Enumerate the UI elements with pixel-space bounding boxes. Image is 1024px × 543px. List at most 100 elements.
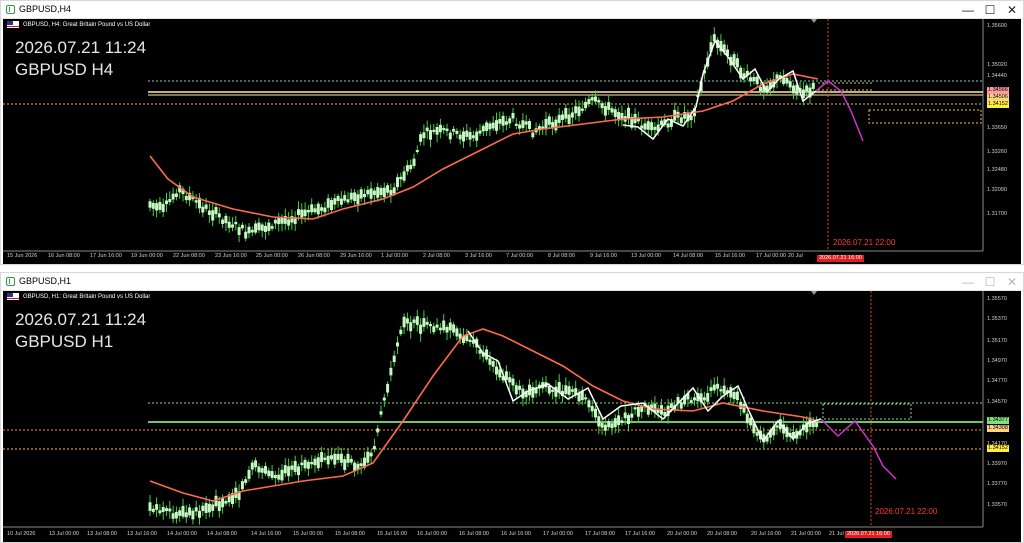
candle-body bbox=[518, 124, 522, 129]
candle-body bbox=[640, 125, 644, 129]
candle-body bbox=[587, 98, 591, 105]
candle-body bbox=[257, 222, 261, 231]
candle-body bbox=[504, 121, 508, 125]
price-axis-tick: 1.35170 bbox=[987, 338, 1007, 344]
candle-body bbox=[597, 99, 601, 103]
candle-body bbox=[633, 407, 637, 410]
candle-body bbox=[326, 455, 330, 465]
candle-body bbox=[445, 326, 449, 333]
candle-body bbox=[475, 131, 479, 141]
candle-body bbox=[346, 199, 350, 203]
candle-body bbox=[788, 81, 792, 88]
time-axis-tick: 15 Jun 2026 bbox=[7, 253, 38, 259]
time-axis-tick: 7 Jul 00:00 bbox=[506, 253, 533, 259]
candle-body bbox=[158, 510, 162, 514]
chart-window-icon bbox=[6, 5, 15, 14]
candle-body bbox=[165, 200, 168, 205]
candle-body bbox=[287, 219, 291, 226]
candle-body bbox=[630, 413, 634, 418]
candle-body bbox=[811, 422, 815, 428]
candle-body bbox=[419, 324, 423, 334]
marker-label: 2026.07.21 22:00 bbox=[833, 238, 896, 247]
candle-body bbox=[188, 507, 192, 516]
candle-body bbox=[297, 466, 300, 476]
maximize-button[interactable]: ☐ bbox=[979, 1, 1001, 19]
candle-body bbox=[227, 221, 231, 228]
chart-window-h4[interactable]: GBPUSD,H4 — ☐ ✕ GBPUSD, H4: Great Britai… bbox=[0, 0, 1024, 265]
candle-body bbox=[389, 367, 393, 376]
candle-body bbox=[600, 103, 604, 109]
target-zone bbox=[822, 403, 912, 420]
candle-body bbox=[155, 504, 159, 510]
maximize-button[interactable]: ☐ bbox=[979, 273, 1001, 291]
candle-body bbox=[264, 466, 267, 474]
candle-body bbox=[755, 76, 759, 85]
candle-body bbox=[194, 507, 198, 512]
candle-body bbox=[168, 199, 172, 203]
candle-body bbox=[554, 119, 558, 131]
minimize-button[interactable]: — bbox=[957, 273, 979, 291]
candle-body bbox=[792, 85, 795, 94]
candle-body bbox=[293, 460, 297, 472]
close-button[interactable]: ✕ bbox=[1001, 1, 1023, 19]
candle-body bbox=[514, 385, 518, 395]
candle-body bbox=[594, 408, 597, 418]
candle-body bbox=[211, 210, 215, 221]
candle-body bbox=[419, 134, 423, 142]
minimize-button[interactable]: — bbox=[957, 1, 979, 19]
chart-window-h1[interactable]: GBPUSD,H1 — ☐ ✕ GBPUSD, H1: Great Britai… bbox=[0, 272, 1024, 543]
candle-body bbox=[386, 185, 390, 193]
time-axis-tick: 20 Jul 08:00 bbox=[707, 531, 737, 537]
candle-body bbox=[442, 128, 446, 131]
candle-body bbox=[211, 504, 215, 511]
candle-body bbox=[320, 452, 324, 463]
candle-body bbox=[250, 229, 254, 233]
time-axis-tick: 13 Jul 00:00 bbox=[631, 253, 661, 259]
price-label-box: 1.34152 bbox=[987, 445, 1009, 452]
candle-body bbox=[603, 424, 607, 431]
candle-body bbox=[613, 418, 617, 428]
time-axis-tick: 17 Jul 08:00 bbox=[585, 531, 615, 537]
candle-body bbox=[557, 114, 561, 123]
candle-body bbox=[643, 123, 647, 130]
price-chart[interactable] bbox=[3, 19, 1021, 264]
candle-body bbox=[396, 177, 399, 188]
candle-body bbox=[260, 224, 264, 231]
candle-body bbox=[666, 123, 670, 128]
candle-body bbox=[171, 193, 175, 200]
candle-body bbox=[290, 216, 294, 223]
window-titlebar[interactable]: GBPUSD,H1 — ☐ ✕ bbox=[1, 273, 1023, 291]
time-axis-tick: 15 Jul 16:00 bbox=[715, 253, 745, 259]
symbol-description: GBPUSD, H1: Great Britain Pound vs US Do… bbox=[23, 294, 151, 301]
candle-body bbox=[158, 201, 162, 210]
candle-body bbox=[511, 378, 515, 386]
chart-area[interactable]: GBPUSD, H1: Great Britain Pound vs US Do… bbox=[3, 291, 1021, 542]
chart-area[interactable]: GBPUSD, H4: Great Britain Pound vs US Do… bbox=[3, 19, 1021, 264]
chart-header: GBPUSD, H1: Great Britain Pound vs US Do… bbox=[7, 293, 150, 302]
time-axis-tick: 13 Jul 00:00 bbox=[49, 531, 79, 537]
candle-body bbox=[254, 223, 258, 233]
window-titlebar[interactable]: GBPUSD,H4 — ☐ ✕ bbox=[1, 1, 1023, 19]
candle-body bbox=[425, 127, 429, 132]
candle-body bbox=[283, 465, 287, 474]
candle-body bbox=[442, 320, 446, 331]
candle-body bbox=[511, 113, 515, 119]
candle-body bbox=[597, 416, 601, 427]
time-axis-tick: 9 Jul 16:00 bbox=[590, 253, 617, 259]
price-chart[interactable] bbox=[3, 291, 1021, 542]
candle-body bbox=[547, 385, 551, 394]
candle-body bbox=[445, 128, 449, 132]
candle-body bbox=[155, 203, 159, 211]
time-axis-tick: 3 Jul 16:00 bbox=[465, 253, 492, 259]
candle-body bbox=[277, 474, 281, 480]
candle-body bbox=[260, 468, 264, 473]
price-axis-tick: 1.35370 bbox=[987, 316, 1007, 322]
candle-body bbox=[379, 411, 383, 415]
time-axis-tick: 15 Jul 16:00 bbox=[377, 531, 407, 537]
candle-body bbox=[376, 428, 380, 433]
candle-body bbox=[653, 126, 657, 130]
candle-body bbox=[627, 107, 630, 119]
close-button[interactable]: ✕ bbox=[1001, 273, 1023, 291]
time-axis-tick: 14 Jul 08:00 bbox=[673, 253, 703, 259]
candle-body bbox=[752, 76, 756, 82]
